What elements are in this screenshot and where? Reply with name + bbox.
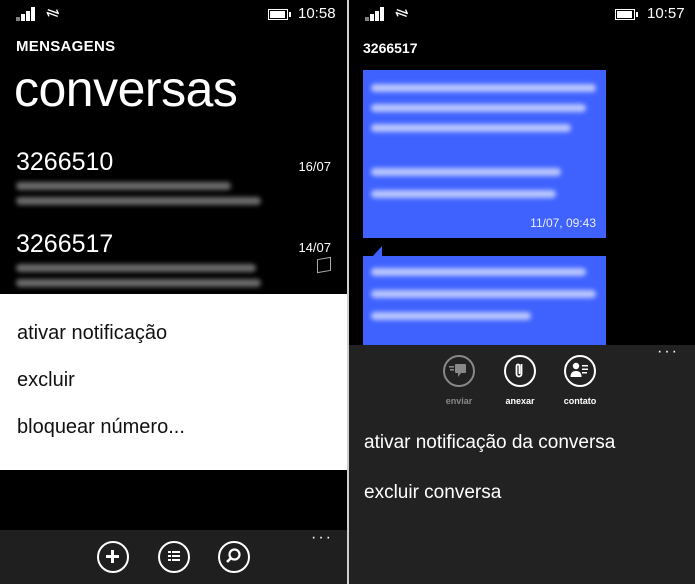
more-options-button[interactable]: ··· [657, 343, 679, 361]
conversation-thread-screen: ⇌ 10:57 3266517 11/07, 09:43 enviar anex… [349, 0, 695, 584]
blurred-preview [16, 197, 261, 205]
select-list-icon [168, 551, 180, 561]
signal-icon [365, 7, 389, 21]
new-message-button[interactable] [97, 541, 129, 573]
battery-icon [615, 9, 638, 20]
app-title: MENSAGENS [16, 38, 116, 55]
menu-item-enable-notification[interactable]: ativar notificação [17, 322, 167, 345]
paperclip-icon [515, 363, 523, 378]
contact-card-icon [570, 362, 588, 377]
app-bar-expanded: enviar anexar contato ··· ativar notific… [349, 343, 695, 584]
search-button[interactable] [218, 541, 250, 573]
blurred-preview [16, 264, 256, 272]
send-label: enviar [445, 396, 473, 406]
blurred-text [371, 168, 561, 176]
more-options-button[interactable]: ··· [311, 529, 333, 547]
menu-item-block-number[interactable]: bloquear número... [17, 416, 185, 439]
data-connection-icon: ⇌ [392, 3, 411, 24]
thread-title: 3266517 [363, 40, 418, 56]
bubble-tail [373, 246, 382, 256]
blurred-text [371, 268, 586, 276]
status-bar: ⇌ 10:57 [349, 0, 695, 28]
app-bar: ··· [0, 529, 347, 584]
context-menu: ativar notificação excluir bloquear núme… [0, 294, 347, 470]
status-bar: ⇌ 10:58 [0, 0, 347, 28]
blurred-text [371, 312, 531, 320]
blurred-preview [16, 279, 261, 287]
battery-icon [268, 9, 291, 20]
contact-button[interactable] [564, 355, 596, 387]
attach-button[interactable] [504, 355, 536, 387]
menu-item-enable-conversation-notification[interactable]: ativar notificação da conversa [364, 432, 615, 454]
conversation-number: 3266510 [16, 148, 114, 176]
attach-label: anexar [505, 396, 535, 406]
plus-icon-bar [111, 550, 114, 563]
status-time: 10:57 [647, 5, 685, 22]
menu-item-delete-conversation[interactable]: excluir conversa [364, 482, 501, 504]
send-button[interactable] [443, 355, 475, 387]
send-icon [449, 364, 466, 377]
search-icon [226, 548, 241, 563]
select-button[interactable] [158, 541, 190, 573]
blurred-text [371, 104, 586, 112]
conversation-date: 14/07 [298, 240, 331, 255]
blurred-preview [16, 182, 231, 190]
signal-icon [16, 7, 40, 21]
data-connection-icon: ⇌ [43, 3, 62, 24]
status-time: 10:58 [298, 5, 336, 22]
pivot-title[interactable]: conversas [14, 60, 238, 118]
message-timestamp: 11/07, 09:43 [530, 216, 596, 230]
contact-label: contato [563, 396, 597, 406]
message-bubble[interactable]: 11/07, 09:43 [363, 70, 606, 238]
menu-item-delete[interactable]: excluir [17, 369, 75, 392]
conversation-date: 16/07 [298, 159, 331, 174]
conversation-number: 3266517 [16, 230, 114, 258]
messaging-list-screen: ⇌ 10:58 MENSAGENS conversas 3266510 16/0… [0, 0, 347, 584]
blurred-text [371, 84, 596, 92]
message-bubble[interactable] [363, 256, 606, 345]
draft-icon [317, 256, 331, 274]
blurred-text [371, 190, 556, 198]
blurred-text [371, 124, 571, 132]
blurred-text [371, 290, 596, 298]
